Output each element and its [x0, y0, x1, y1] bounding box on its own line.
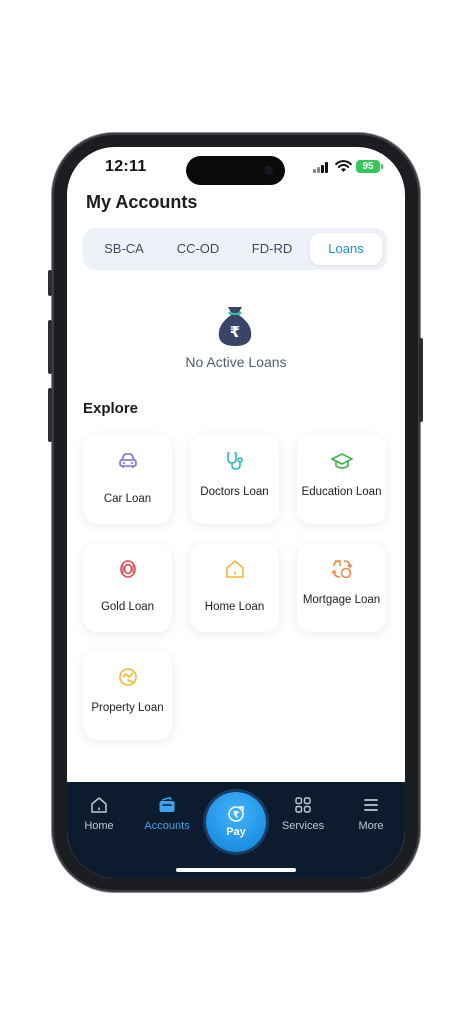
- nav-more-label: More: [358, 820, 384, 832]
- bottom-nav: Home Accounts ₹ Pay Services More: [67, 782, 405, 878]
- property-icon: [119, 668, 137, 686]
- home-indicator: [176, 868, 296, 872]
- status-bar: 12:11 95: [67, 147, 405, 187]
- house-icon: [226, 560, 244, 578]
- card-gold-loan[interactable]: Gold Loan: [83, 543, 172, 632]
- account-tabs: SB-CA CC-OD FD-RD Loans: [83, 228, 387, 270]
- cellular-signal-icon: [313, 162, 330, 173]
- nav-accounts-label: Accounts: [144, 820, 190, 832]
- card-mortgage-loan[interactable]: Mortgage Loan: [297, 543, 386, 632]
- screen: 12:11 95 My Accounts SB-CA CC-OD FD-RD L…: [67, 147, 405, 878]
- grid-icon: [295, 797, 311, 813]
- wallet-icon: [159, 796, 175, 812]
- card-label: Education Loan: [301, 486, 382, 498]
- volume-down-button: [48, 388, 52, 442]
- tab-cc-od[interactable]: CC-OD: [162, 233, 234, 265]
- pay-rupee-icon: ₹: [228, 806, 244, 822]
- status-time: 12:11: [105, 158, 147, 175]
- gold-coin-icon: [120, 560, 136, 578]
- exchange-icon: [331, 560, 353, 579]
- svg-text:₹: ₹: [233, 811, 239, 821]
- nav-home-label: Home: [84, 820, 114, 832]
- tab-fd-rd[interactable]: FD-RD: [236, 233, 308, 265]
- nav-accounts[interactable]: Accounts: [138, 796, 196, 832]
- card-label: Doctors Loan: [200, 486, 269, 498]
- pay-button[interactable]: ₹ Pay: [206, 792, 266, 852]
- wifi-icon: [335, 160, 352, 172]
- nav-services-label: Services: [281, 820, 325, 832]
- mute-switch: [48, 270, 52, 296]
- card-education-loan[interactable]: Education Loan: [297, 435, 386, 524]
- card-property-loan[interactable]: Property Loan: [83, 651, 172, 740]
- tab-sb-ca[interactable]: SB-CA: [88, 233, 160, 265]
- nav-more[interactable]: More: [342, 796, 400, 832]
- menu-icon: [364, 799, 378, 811]
- stethoscope-icon: [227, 452, 243, 470]
- power-button: [419, 338, 423, 422]
- card-doctors-loan[interactable]: Doctors Loan: [190, 435, 279, 524]
- empty-state-text: No Active Loans: [185, 354, 287, 370]
- graduation-cap-icon: [331, 453, 353, 469]
- nav-services[interactable]: Services: [274, 796, 332, 832]
- car-icon: [119, 453, 137, 468]
- svg-text:₹: ₹: [230, 323, 240, 341]
- card-label: Home Loan: [204, 601, 265, 613]
- card-label: Car Loan: [103, 493, 152, 505]
- card-label: Property Loan: [91, 702, 164, 714]
- card-car-loan[interactable]: Car Loan: [83, 435, 172, 524]
- card-label: Gold Loan: [100, 601, 155, 613]
- nav-home[interactable]: Home: [70, 796, 128, 832]
- page-title: My Accounts: [86, 192, 198, 212]
- tab-loans[interactable]: Loans: [310, 233, 382, 265]
- volume-up-button: [48, 320, 52, 374]
- dynamic-island: [186, 156, 285, 185]
- battery-icon: 95: [356, 160, 383, 173]
- home-icon: [91, 797, 107, 813]
- explore-heading: Explore: [83, 400, 139, 417]
- pay-label: Pay: [226, 826, 246, 838]
- card-label: Mortgage Loan: [302, 594, 381, 606]
- card-home-loan[interactable]: Home Loan: [190, 543, 279, 632]
- money-bag-rupee-icon: ₹: [218, 307, 252, 346]
